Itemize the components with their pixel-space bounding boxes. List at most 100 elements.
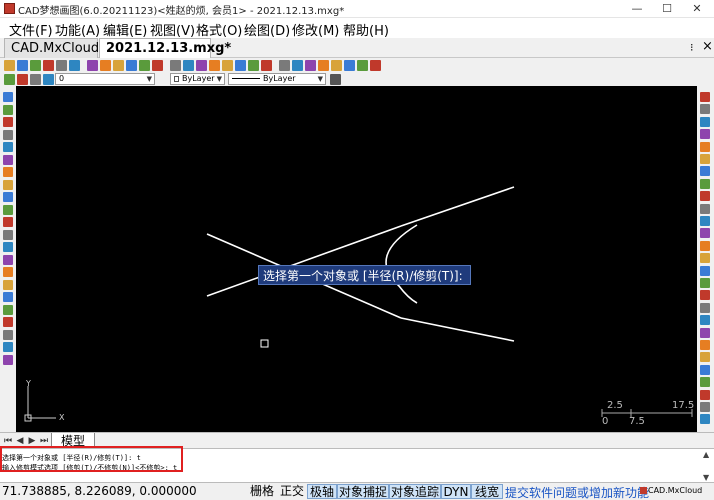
- offset-icon[interactable]: [700, 129, 710, 140]
- extend-icon[interactable]: [700, 216, 710, 226]
- feedback-link[interactable]: 提交软件问题或增加新功能: [505, 484, 649, 500]
- match-layer-icon[interactable]: [43, 74, 54, 85]
- command-scroll-down-icon[interactable]: ▼: [703, 473, 709, 482]
- trim-icon[interactable]: [700, 203, 710, 214]
- match-prop-icon[interactable]: [700, 327, 710, 338]
- menu-draw[interactable]: 绘图(D): [244, 20, 290, 39]
- undo-icon[interactable]: [139, 60, 150, 71]
- maximize-button[interactable]: ☐: [652, 0, 682, 18]
- regen-icon[interactable]: [248, 60, 259, 71]
- cut-icon[interactable]: [87, 60, 98, 71]
- color-select[interactable]: ByLayer ▼: [170, 73, 225, 85]
- properties-icon[interactable]: [279, 60, 290, 71]
- tab-close-icon[interactable]: ×: [702, 39, 713, 54]
- join-icon[interactable]: [700, 253, 710, 264]
- lineweight-icon[interactable]: [330, 74, 341, 85]
- layer-manager-icon[interactable]: [4, 74, 15, 85]
- command-scroll-up-icon[interactable]: ▲: [703, 450, 709, 459]
- hatch-icon[interactable]: [3, 267, 13, 277]
- table-icon[interactable]: [3, 304, 13, 315]
- zoom-prev-icon[interactable]: [209, 60, 220, 71]
- zoom-icon[interactable]: [183, 60, 194, 71]
- break-icon[interactable]: [700, 240, 710, 251]
- zoom-realtime-icon[interactable]: [235, 60, 246, 71]
- mirror-icon[interactable]: [700, 116, 710, 127]
- ellipse-icon[interactable]: [3, 204, 13, 215]
- arc-icon[interactable]: [3, 154, 13, 165]
- tab-overflow-icon[interactable]: ⁝: [690, 41, 694, 54]
- erase-icon[interactable]: [700, 92, 710, 102]
- paste-icon[interactable]: [113, 60, 124, 71]
- pdf-icon[interactable]: [357, 60, 368, 71]
- stretch-icon[interactable]: [700, 191, 710, 202]
- lineweight-toggle[interactable]: 线宽: [471, 484, 503, 499]
- menu-file[interactable]: 文件(F): [9, 20, 53, 39]
- group-icon[interactable]: [700, 414, 710, 425]
- draw-order-icon[interactable]: [700, 402, 710, 412]
- layer-prev-icon[interactable]: [30, 74, 41, 85]
- area-icon[interactable]: [700, 352, 710, 363]
- copy-obj-icon[interactable]: [700, 104, 710, 115]
- dyn-toggle[interactable]: DYN: [441, 484, 471, 499]
- 3dorbit-icon[interactable]: [261, 60, 272, 71]
- distance-icon[interactable]: [700, 340, 710, 350]
- drawing-canvas[interactable]: Y X 2.5 17.5 0 7.5: [16, 86, 697, 432]
- spline-icon[interactable]: [3, 192, 13, 202]
- point-icon[interactable]: [3, 254, 13, 265]
- array-icon[interactable]: [700, 141, 710, 152]
- polygon-icon[interactable]: [3, 129, 13, 140]
- region-icon[interactable]: [3, 292, 13, 302]
- drawing-line-2-tail[interactable]: [400, 186, 515, 227]
- gradient-icon[interactable]: [3, 279, 13, 290]
- design-center-icon[interactable]: [305, 60, 316, 71]
- revcloud-icon[interactable]: [3, 179, 13, 190]
- layer-iso-icon[interactable]: [700, 389, 710, 400]
- make-block-icon[interactable]: [3, 242, 13, 252]
- dimension-icon[interactable]: [3, 354, 13, 365]
- fillet-icon[interactable]: [700, 278, 710, 288]
- grid-toggle[interactable]: 栅格: [247, 484, 277, 499]
- ortho-toggle[interactable]: 正交: [277, 484, 307, 499]
- id-point-icon[interactable]: [700, 364, 710, 375]
- construction-line-icon[interactable]: [3, 104, 13, 115]
- menu-format[interactable]: 格式(O): [196, 20, 242, 39]
- preview-icon[interactable]: [69, 60, 80, 71]
- calc-icon[interactable]: [344, 60, 355, 71]
- minimize-button[interactable]: —: [622, 0, 652, 18]
- rotate-icon[interactable]: [700, 166, 710, 177]
- layer-state-icon[interactable]: [17, 74, 28, 85]
- layers-icon[interactable]: [292, 60, 303, 71]
- add-selected-icon[interactable]: [3, 329, 13, 340]
- osnap-toggle[interactable]: 对象捕捉: [337, 484, 389, 499]
- circle-icon[interactable]: [3, 167, 13, 177]
- menu-edit[interactable]: 编辑(E): [103, 20, 147, 39]
- ellipse-arc-icon[interactable]: [3, 217, 13, 227]
- pan-icon[interactable]: [170, 60, 181, 71]
- explode-icon[interactable]: [700, 290, 710, 301]
- help-icon[interactable]: [370, 60, 381, 71]
- menu-help[interactable]: 帮助(H): [343, 20, 389, 39]
- polar-toggle[interactable]: 极轴: [307, 484, 337, 499]
- break-point-icon[interactable]: [700, 228, 710, 239]
- line-icon[interactable]: [3, 92, 13, 102]
- tool-palette-icon[interactable]: [318, 60, 329, 71]
- otrack-toggle[interactable]: 对象追踪: [389, 484, 441, 499]
- close-button[interactable]: ✕: [682, 0, 712, 18]
- rectangle-icon[interactable]: [3, 142, 13, 152]
- measure-icon[interactable]: [331, 60, 342, 71]
- edit-text-icon[interactable]: [700, 302, 710, 313]
- fillet-arc[interactable]: [385, 224, 418, 304]
- zoom-window-icon[interactable]: [196, 60, 207, 71]
- scale-icon[interactable]: [700, 178, 710, 189]
- new-icon[interactable]: [4, 60, 15, 71]
- open-icon[interactable]: [17, 60, 28, 71]
- list-icon[interactable]: [700, 377, 710, 388]
- mtext-icon[interactable]: [3, 317, 13, 327]
- save-icon[interactable]: [30, 60, 41, 71]
- properties-r-icon[interactable]: [700, 315, 710, 326]
- move-icon[interactable]: [700, 154, 710, 164]
- redo-icon[interactable]: [152, 60, 163, 71]
- tab-mxcloud[interactable]: CAD.MxCloud: [4, 38, 99, 58]
- chamfer-icon[interactable]: [700, 265, 710, 276]
- zoom-ext-icon[interactable]: [222, 60, 233, 71]
